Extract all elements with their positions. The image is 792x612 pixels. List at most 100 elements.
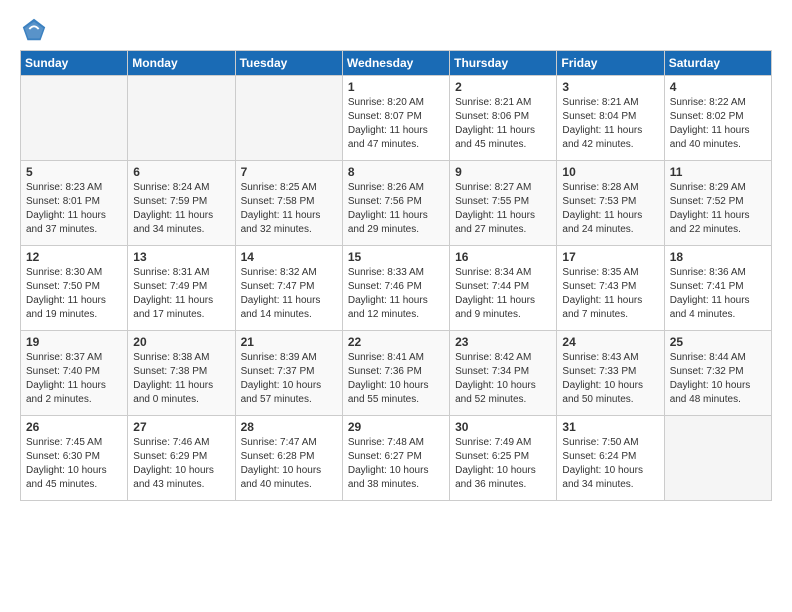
day-info: Sunrise: 8:22 AM Sunset: 8:02 PM Dayligh… [670, 96, 766, 152]
day-info: Sunrise: 8:30 AM Sunset: 7:50 PM Dayligh… [26, 266, 122, 322]
calendar-table: SundayMondayTuesdayWednesdayThursdayFrid… [20, 50, 772, 501]
calendar-cell: 11 Sunrise: 8:29 AM Sunset: 7:52 PM Dayli… [664, 161, 771, 246]
calendar-cell: 3 Sunrise: 8:21 AM Sunset: 8:04 PM Daylig… [557, 76, 664, 161]
day-number: 21 [241, 335, 337, 349]
day-number: 15 [348, 250, 444, 264]
calendar-header-friday: Friday [557, 51, 664, 76]
calendar-cell [21, 76, 128, 161]
logo [20, 16, 52, 44]
day-info: Sunrise: 8:42 AM Sunset: 7:34 PM Dayligh… [455, 351, 551, 407]
day-number: 30 [455, 420, 551, 434]
day-info: Sunrise: 8:37 AM Sunset: 7:40 PM Dayligh… [26, 351, 122, 407]
day-info: Sunrise: 8:24 AM Sunset: 7:59 PM Dayligh… [133, 181, 229, 237]
calendar-cell: 12 Sunrise: 8:30 AM Sunset: 7:50 PM Dayli… [21, 246, 128, 331]
calendar-cell: 2 Sunrise: 8:21 AM Sunset: 8:06 PM Daylig… [450, 76, 557, 161]
day-info: Sunrise: 8:36 AM Sunset: 7:41 PM Dayligh… [670, 266, 766, 322]
day-number: 3 [562, 80, 658, 94]
day-number: 22 [348, 335, 444, 349]
week-row-4: 19 Sunrise: 8:37 AM Sunset: 7:40 PM Dayli… [21, 331, 772, 416]
day-number: 6 [133, 165, 229, 179]
day-number: 31 [562, 420, 658, 434]
day-info: Sunrise: 8:35 AM Sunset: 7:43 PM Dayligh… [562, 266, 658, 322]
day-number: 17 [562, 250, 658, 264]
calendar-cell: 17 Sunrise: 8:35 AM Sunset: 7:43 PM Dayli… [557, 246, 664, 331]
calendar-cell: 19 Sunrise: 8:37 AM Sunset: 7:40 PM Dayli… [21, 331, 128, 416]
calendar-cell [128, 76, 235, 161]
day-number: 10 [562, 165, 658, 179]
calendar-cell: 10 Sunrise: 8:28 AM Sunset: 7:53 PM Dayli… [557, 161, 664, 246]
day-number: 13 [133, 250, 229, 264]
calendar-header-thursday: Thursday [450, 51, 557, 76]
calendar-cell: 8Sunrise: 8:26 AM Sunset: 7:56 PM Daylig… [342, 161, 449, 246]
calendar-cell: 30 Sunrise: 7:49 AM Sunset: 6:25 PM Dayli… [450, 416, 557, 501]
calendar-cell: 28 Sunrise: 7:47 AM Sunset: 6:28 PM Dayli… [235, 416, 342, 501]
day-info: Sunrise: 8:21 AM Sunset: 8:04 PM Dayligh… [562, 96, 658, 152]
day-info: Sunrise: 8:29 AM Sunset: 7:52 PM Dayligh… [670, 181, 766, 237]
calendar-cell: 18 Sunrise: 8:36 AM Sunset: 7:41 PM Dayli… [664, 246, 771, 331]
day-info: Sunrise: 7:47 AM Sunset: 6:28 PM Dayligh… [241, 436, 337, 492]
calendar-header-tuesday: Tuesday [235, 51, 342, 76]
day-info: Sunrise: 8:41 AM Sunset: 7:36 PM Dayligh… [348, 351, 444, 407]
calendar-cell: 13 Sunrise: 8:31 AM Sunset: 7:49 PM Dayli… [128, 246, 235, 331]
calendar-header-wednesday: Wednesday [342, 51, 449, 76]
day-info: Sunrise: 8:34 AM Sunset: 7:44 PM Dayligh… [455, 266, 551, 322]
day-info: Sunrise: 8:27 AM Sunset: 7:55 PM Dayligh… [455, 181, 551, 237]
day-number: 1 [348, 80, 444, 94]
day-number: 19 [26, 335, 122, 349]
calendar-cell: 5 Sunrise: 8:23 AM Sunset: 8:01 PM Daylig… [21, 161, 128, 246]
day-number: 9 [455, 165, 551, 179]
calendar-cell: 26Sunrise: 7:45 AM Sunset: 6:30 PM Dayli… [21, 416, 128, 501]
day-number: 25 [670, 335, 766, 349]
week-row-5: 26Sunrise: 7:45 AM Sunset: 6:30 PM Dayli… [21, 416, 772, 501]
day-info: Sunrise: 7:46 AM Sunset: 6:29 PM Dayligh… [133, 436, 229, 492]
day-number: 20 [133, 335, 229, 349]
day-number: 28 [241, 420, 337, 434]
day-number: 16 [455, 250, 551, 264]
day-info: Sunrise: 8:23 AM Sunset: 8:01 PM Dayligh… [26, 181, 122, 237]
day-info: Sunrise: 8:38 AM Sunset: 7:38 PM Dayligh… [133, 351, 229, 407]
calendar-cell: 20 Sunrise: 8:38 AM Sunset: 7:38 PM Dayli… [128, 331, 235, 416]
day-info: Sunrise: 7:45 AM Sunset: 6:30 PM Dayligh… [26, 436, 122, 492]
calendar-cell [664, 416, 771, 501]
day-info: Sunrise: 8:20 AM Sunset: 8:07 PM Dayligh… [348, 96, 444, 152]
calendar-cell: 1 Sunrise: 8:20 AM Sunset: 8:07 PM Daylig… [342, 76, 449, 161]
calendar-cell: 27Sunrise: 7:46 AM Sunset: 6:29 PM Dayli… [128, 416, 235, 501]
day-number: 12 [26, 250, 122, 264]
day-number: 24 [562, 335, 658, 349]
day-number: 7 [241, 165, 337, 179]
week-row-1: 1 Sunrise: 8:20 AM Sunset: 8:07 PM Daylig… [21, 76, 772, 161]
day-info: Sunrise: 8:44 AM Sunset: 7:32 PM Dayligh… [670, 351, 766, 407]
day-number: 23 [455, 335, 551, 349]
calendar-cell: 24 Sunrise: 8:43 AM Sunset: 7:33 PM Dayli… [557, 331, 664, 416]
day-number: 11 [670, 165, 766, 179]
calendar-header-monday: Monday [128, 51, 235, 76]
calendar-cell: 31 Sunrise: 7:50 AM Sunset: 6:24 PM Dayli… [557, 416, 664, 501]
day-number: 2 [455, 80, 551, 94]
calendar-cell: 21 Sunrise: 8:39 AM Sunset: 7:37 PM Dayli… [235, 331, 342, 416]
day-info: Sunrise: 7:49 AM Sunset: 6:25 PM Dayligh… [455, 436, 551, 492]
day-info: Sunrise: 8:31 AM Sunset: 7:49 PM Dayligh… [133, 266, 229, 322]
day-number: 5 [26, 165, 122, 179]
calendar-cell: 14Sunrise: 8:32 AM Sunset: 7:47 PM Dayli… [235, 246, 342, 331]
day-number: 8 [348, 165, 444, 179]
day-info: Sunrise: 8:39 AM Sunset: 7:37 PM Dayligh… [241, 351, 337, 407]
calendar-cell: 22 Sunrise: 8:41 AM Sunset: 7:36 PM Dayli… [342, 331, 449, 416]
calendar-cell: 6 Sunrise: 8:24 AM Sunset: 7:59 PM Daylig… [128, 161, 235, 246]
calendar-cell: 23 Sunrise: 8:42 AM Sunset: 7:34 PM Dayli… [450, 331, 557, 416]
page-container: SundayMondayTuesdayWednesdayThursdayFrid… [0, 0, 792, 511]
week-row-2: 5 Sunrise: 8:23 AM Sunset: 8:01 PM Daylig… [21, 161, 772, 246]
calendar-cell: 25 Sunrise: 8:44 AM Sunset: 7:32 PM Dayli… [664, 331, 771, 416]
header [20, 16, 772, 44]
calendar-cell: 16 Sunrise: 8:34 AM Sunset: 7:44 PM Dayli… [450, 246, 557, 331]
calendar-header-saturday: Saturday [664, 51, 771, 76]
day-info: Sunrise: 8:28 AM Sunset: 7:53 PM Dayligh… [562, 181, 658, 237]
day-info: Sunrise: 8:21 AM Sunset: 8:06 PM Dayligh… [455, 96, 551, 152]
day-number: 4 [670, 80, 766, 94]
day-info: Sunrise: 7:50 AM Sunset: 6:24 PM Dayligh… [562, 436, 658, 492]
day-info: Sunrise: 8:33 AM Sunset: 7:46 PM Dayligh… [348, 266, 444, 322]
calendar-header-row: SundayMondayTuesdayWednesdayThursdayFrid… [21, 51, 772, 76]
day-number: 14 [241, 250, 337, 264]
day-info: Sunrise: 8:25 AM Sunset: 7:58 PM Dayligh… [241, 181, 337, 237]
day-number: 18 [670, 250, 766, 264]
day-info: Sunrise: 8:43 AM Sunset: 7:33 PM Dayligh… [562, 351, 658, 407]
